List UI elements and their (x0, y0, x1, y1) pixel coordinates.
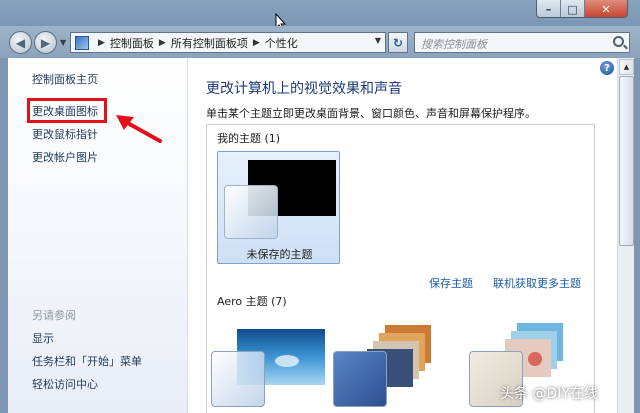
control-panel-icon (75, 35, 89, 50)
back-button[interactable]: ◀ (9, 31, 32, 54)
see-also-heading: 另请参阅 (32, 309, 76, 322)
watermark: 头条 @DIY在线 (500, 386, 598, 402)
breadcrumb-control-panel[interactable]: 控制面板 (110, 35, 154, 51)
see-also-link-ease-of-access[interactable]: 轻松访问中心 (32, 376, 98, 392)
navigation-bar: ◀ ▶ ▼ ▶ 控制面板 ▶ 所有控制面板项 ▶ 个性化 ▼ ↻ 搜索控制面板 (0, 26, 640, 58)
help-icon-glyph: ? (604, 62, 610, 74)
breadcrumb-all-items[interactable]: 所有控制面板项 (171, 35, 248, 51)
theme-item-unsaved[interactable]: 未保存的主题 (217, 151, 340, 264)
window-controls: – □ ✕ (536, 0, 628, 18)
breadcrumb-separator-icon[interactable]: ▶ (159, 38, 166, 48)
sidebar: 控制面板主页 更改桌面图标 更改鼠标指针 更改帐户图片 另请参阅 显示 任务栏和… (8, 58, 188, 413)
window-border-right (634, 58, 640, 413)
help-icon[interactable]: ? (600, 61, 614, 75)
back-arrow-icon: ◀ (15, 35, 26, 50)
scrollbar-thumb[interactable] (619, 76, 634, 246)
minimize-button[interactable]: – (537, 0, 561, 17)
breadcrumb-separator-icon[interactable]: ▶ (253, 38, 260, 48)
title-bar: – □ ✕ (0, 0, 640, 26)
close-button[interactable]: ✕ (585, 0, 627, 17)
recent-pages-dropdown-icon[interactable]: ▼ (60, 38, 66, 47)
page-description: 单击某个主题立即更改桌面背景、窗口颜色、声音和屏幕保护程序。 (206, 107, 536, 120)
address-bar[interactable]: ▶ 控制面板 ▶ 所有控制面板项 ▶ 个性化 ▼ (70, 32, 386, 53)
sidebar-link-account-picture[interactable]: 更改帐户图片 (32, 149, 98, 165)
search-icon[interactable] (613, 36, 624, 47)
theme-aero-2-window-preview (333, 351, 387, 407)
scroll-up-icon[interactable]: ▲ (619, 59, 634, 75)
theme-aero-1-window-preview (211, 351, 265, 407)
main-content: ? 更改计算机上的视觉效果和声音 单击某个主题立即更改桌面背景、窗口颜色、声音和… (188, 58, 617, 413)
address-dropdown-icon[interactable]: ▼ (375, 36, 381, 45)
maximize-icon: □ (567, 2, 578, 16)
vertical-scrollbar[interactable]: ▲ (617, 58, 634, 413)
forward-button[interactable]: ▶ (34, 31, 57, 54)
breadcrumb-separator-icon[interactable]: ▶ (98, 38, 105, 48)
minimize-icon: – (545, 2, 552, 16)
theme-list: 我的主题 (1) 未保存的主题 保存主题 联机获取更多主题 Aero 主题 (7… (206, 124, 595, 413)
refresh-icon: ↻ (392, 35, 404, 50)
aero-themes-group-label: Aero 主题 (7) (217, 295, 287, 308)
refresh-button[interactable]: ↻ (388, 32, 408, 53)
page-title: 更改计算机上的视觉效果和声音 (206, 81, 402, 97)
forward-arrow-icon: ▶ (40, 35, 51, 50)
theme-window-color-preview (224, 185, 278, 239)
sidebar-link-desktop-icons[interactable]: 更改桌面图标 (32, 103, 98, 119)
see-also-link-display[interactable]: 显示 (32, 330, 54, 346)
save-theme-link[interactable]: 保存主题 (429, 275, 473, 291)
theme-item-label: 未保存的主题 (246, 248, 313, 261)
red-arrow-annotation-icon (116, 115, 162, 143)
close-icon: ✕ (601, 2, 611, 16)
my-themes-group-label: 我的主题 (1) (217, 132, 281, 145)
search-placeholder: 搜索控制面板 (421, 38, 487, 51)
breadcrumb-personalization[interactable]: 个性化 (265, 35, 298, 51)
get-more-themes-link[interactable]: 联机获取更多主题 (493, 275, 581, 291)
sidebar-link-home[interactable]: 控制面板主页 (32, 71, 98, 87)
maximize-button[interactable]: □ (561, 0, 585, 17)
see-also-link-taskbar[interactable]: 任务栏和「开始」菜单 (32, 353, 142, 369)
sidebar-link-mouse-pointer[interactable]: 更改鼠标指针 (32, 126, 98, 142)
window-border-left (0, 58, 8, 413)
search-input[interactable]: 搜索控制面板 (414, 32, 630, 53)
